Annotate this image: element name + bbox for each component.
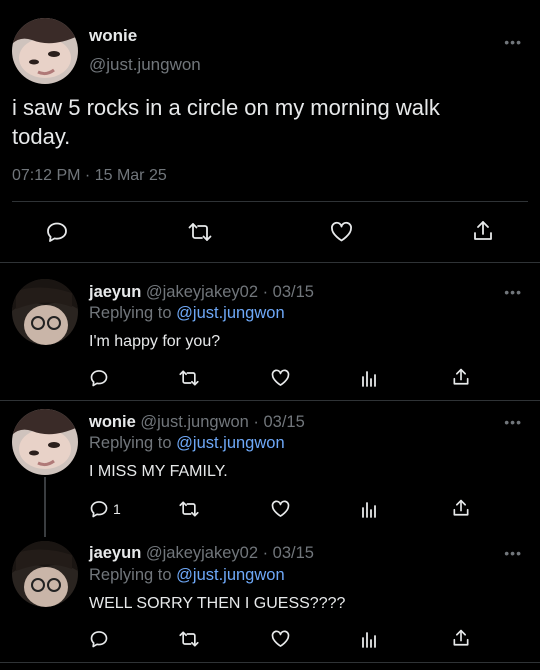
reply-header: wonie @just.jungwon · 03/15 <box>89 413 305 432</box>
like-icon[interactable] <box>270 368 291 388</box>
avatar-jaeyun[interactable] <box>12 541 78 607</box>
reply-icon[interactable] <box>89 499 109 519</box>
reply-text: I MISS MY FAMILY. <box>89 463 228 480</box>
divider <box>12 201 528 202</box>
replying-to-label: Replying to <box>89 434 172 452</box>
retweet-icon[interactable] <box>187 220 213 244</box>
reply-handle-date[interactable]: @jakeyjakey02 · 03/15 <box>146 283 314 301</box>
reply-header: jaeyun @jakeyjakey02 · 03/15 <box>89 283 314 302</box>
like-icon[interactable] <box>329 220 354 244</box>
retweet-icon[interactable] <box>178 499 200 519</box>
main-handle[interactable]: @just.jungwon <box>89 55 201 75</box>
analytics-icon[interactable] <box>361 630 377 648</box>
divider <box>0 262 540 263</box>
avatar-wonie[interactable] <box>12 409 78 475</box>
analytics-icon[interactable] <box>361 369 377 387</box>
reply-display-name[interactable]: jaeyun <box>89 283 141 301</box>
divider <box>0 400 540 401</box>
retweet-icon[interactable] <box>178 368 200 388</box>
reply-display-name[interactable]: wonie <box>89 413 136 431</box>
more-options-button[interactable]: ••• <box>504 414 522 430</box>
share-icon[interactable] <box>471 219 495 244</box>
retweet-icon[interactable] <box>178 629 200 649</box>
replying-to-line: Replying to @just.jungwon <box>89 304 285 323</box>
reply-icon[interactable] <box>45 220 69 244</box>
divider <box>0 662 540 663</box>
replying-to-label: Replying to <box>89 566 172 584</box>
share-icon[interactable] <box>451 628 471 649</box>
share-icon[interactable] <box>451 367 471 388</box>
replying-to-link[interactable]: @just.jungwon <box>176 304 284 322</box>
replying-to-line: Replying to @just.jungwon <box>89 434 285 453</box>
reply-text: WELL SORRY THEN I GUESS???? <box>89 595 346 612</box>
tweet-timestamp[interactable]: 07:12 PM · 15 Mar 25 <box>12 167 167 185</box>
reply-display-name[interactable]: jaeyun <box>89 544 141 562</box>
reply-header: jaeyun @jakeyjakey02 · 03/15 <box>89 544 314 563</box>
reply-icon[interactable] <box>89 368 109 388</box>
replying-to-link[interactable]: @just.jungwon <box>176 434 284 452</box>
reply-handle-date[interactable]: @jakeyjakey02 · 03/15 <box>146 544 314 562</box>
replying-to-label: Replying to <box>89 304 172 322</box>
reply-handle-date[interactable]: @just.jungwon · 03/15 <box>140 413 304 431</box>
like-icon[interactable] <box>270 629 291 649</box>
main-display-name[interactable]: wonie <box>89 26 137 46</box>
reply-icon[interactable] <box>89 629 109 649</box>
share-icon[interactable] <box>451 498 471 519</box>
analytics-icon[interactable] <box>361 500 377 518</box>
more-options-button[interactable]: ••• <box>504 284 522 300</box>
replying-to-link[interactable]: @just.jungwon <box>176 566 284 584</box>
avatar-jaeyun[interactable] <box>12 279 78 345</box>
like-icon[interactable] <box>270 499 291 519</box>
main-tweet-text: i saw 5 rocks in a circle on my morning … <box>12 95 440 149</box>
more-options-button[interactable]: ••• <box>504 545 522 561</box>
thread-line <box>44 477 46 537</box>
more-options-button[interactable]: ••• <box>504 34 522 50</box>
avatar-wonie[interactable] <box>12 18 78 84</box>
replying-to-line: Replying to @just.jungwon <box>89 566 285 585</box>
reply-text: I'm happy for you? <box>89 333 221 350</box>
reply-count: 1 <box>113 501 121 517</box>
